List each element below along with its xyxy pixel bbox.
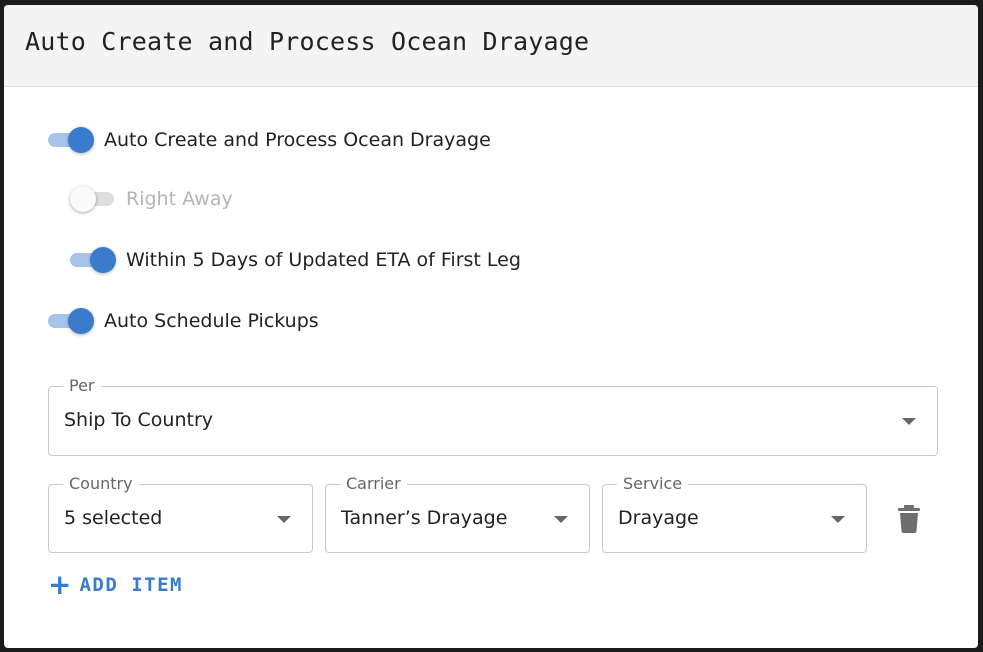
within-days-switch[interactable] bbox=[70, 245, 116, 275]
add-item-label: ADD ITEM bbox=[79, 574, 183, 596]
auto-schedule-switch[interactable] bbox=[48, 306, 94, 336]
service-select[interactable]: Service Drayage bbox=[602, 474, 867, 553]
within-days-toggle-row[interactable]: Within 5 Days of Updated ETA of First Le… bbox=[70, 245, 521, 275]
auto-schedule-toggle-row[interactable]: Auto Schedule Pickups bbox=[48, 306, 319, 336]
chevron-down-icon[interactable] bbox=[902, 418, 916, 425]
within-days-label: Within 5 Days of Updated ETA of First Le… bbox=[126, 249, 521, 271]
auto-create-switch[interactable] bbox=[48, 125, 94, 155]
chevron-down-icon[interactable] bbox=[554, 516, 568, 523]
right-away-toggle-row[interactable]: Right Away bbox=[70, 184, 233, 214]
plus-icon: + bbox=[48, 568, 72, 601]
per-select-value: Ship To Country bbox=[64, 409, 214, 431]
right-away-label: Right Away bbox=[126, 188, 233, 210]
auto-create-label: Auto Create and Process Ocean Drayage bbox=[104, 129, 491, 151]
dialog-header: Auto Create and Process Ocean Drayage bbox=[4, 5, 978, 87]
carrier-select-label: Carrier bbox=[340, 474, 407, 494]
service-select-value: Drayage bbox=[618, 507, 699, 529]
carrier-select-value: Tanner’s Drayage bbox=[341, 507, 508, 529]
trash-icon[interactable] bbox=[896, 505, 922, 533]
country-select-value: 5 selected bbox=[64, 507, 163, 529]
service-select-label: Service bbox=[617, 474, 689, 494]
switch-thumb[interactable] bbox=[70, 186, 96, 212]
auto-create-toggle-row[interactable]: Auto Create and Process Ocean Drayage bbox=[48, 125, 491, 155]
per-select[interactable]: Per Ship To Country bbox=[48, 376, 938, 456]
switch-thumb[interactable] bbox=[68, 127, 94, 153]
auto-create-dialog: Auto Create and Process Ocean Drayage Au… bbox=[4, 5, 978, 648]
carrier-select[interactable]: Carrier Tanner’s Drayage bbox=[325, 474, 590, 553]
switch-thumb[interactable] bbox=[68, 308, 94, 334]
right-away-switch[interactable] bbox=[70, 184, 116, 214]
per-select-label: Per bbox=[63, 376, 101, 396]
country-select[interactable]: Country 5 selected bbox=[48, 474, 313, 553]
switch-thumb[interactable] bbox=[90, 247, 116, 273]
chevron-down-icon[interactable] bbox=[277, 516, 291, 523]
add-item-button[interactable]: + ADD ITEM bbox=[48, 571, 183, 599]
auto-schedule-label: Auto Schedule Pickups bbox=[104, 310, 319, 332]
dialog-title: Auto Create and Process Ocean Drayage bbox=[25, 27, 590, 56]
country-select-label: Country bbox=[63, 474, 139, 494]
chevron-down-icon[interactable] bbox=[831, 516, 845, 523]
